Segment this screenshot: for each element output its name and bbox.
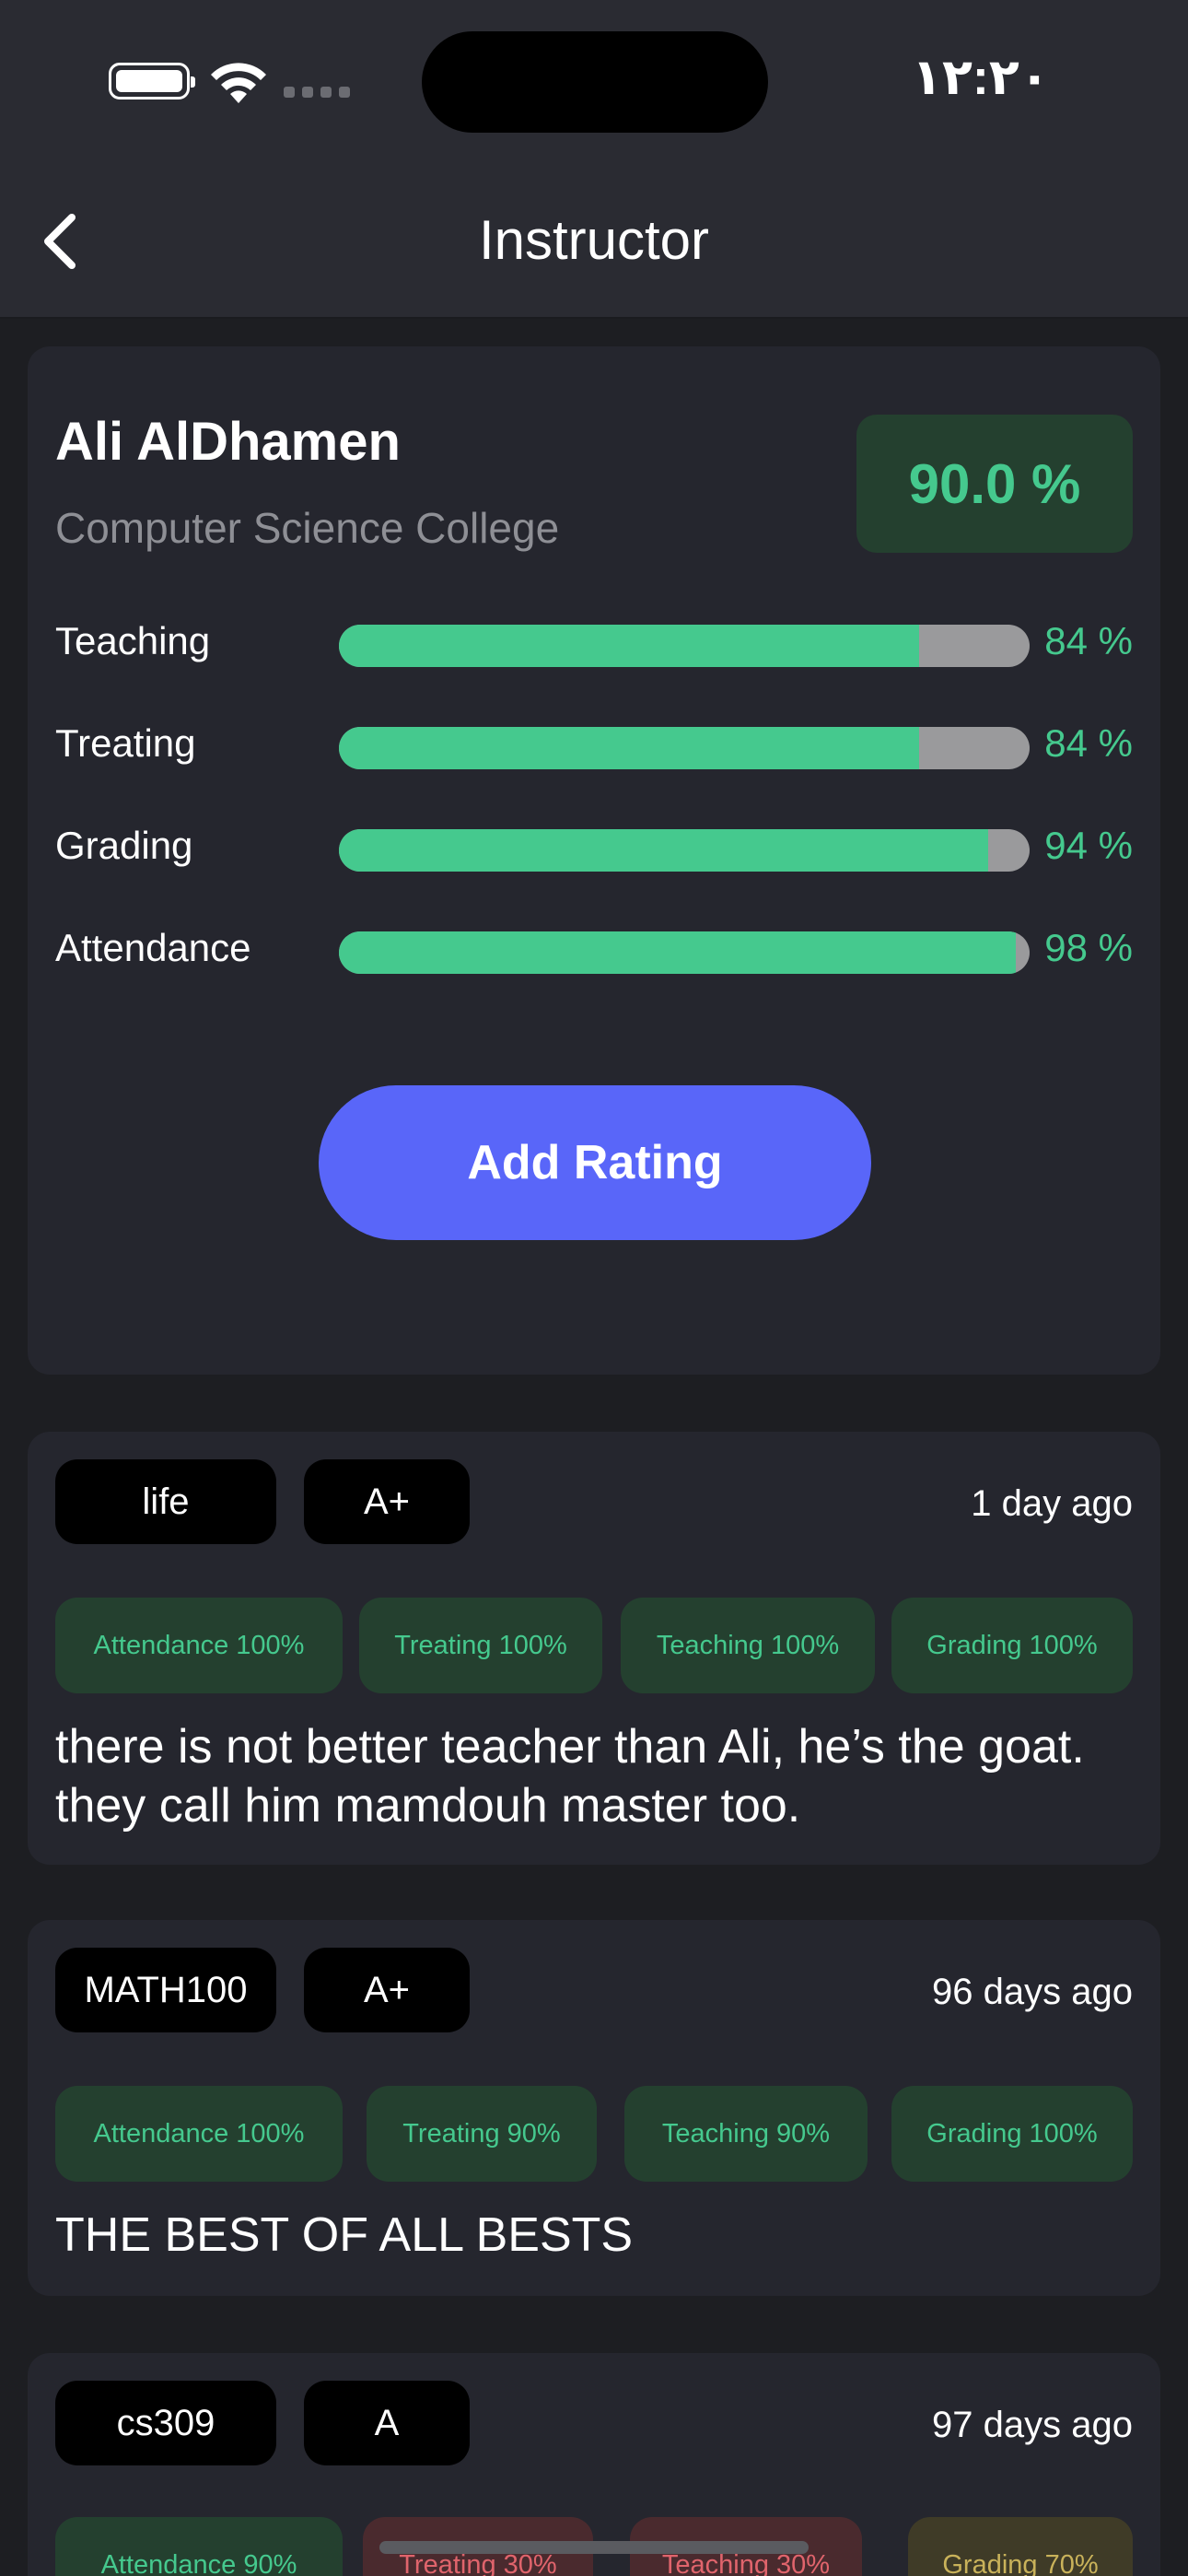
- instructor-name: Ali AlDhamen: [55, 412, 401, 472]
- overall-rating-badge: 90.0 %: [856, 415, 1133, 553]
- rating-tag-grading: Grading 100%: [891, 1598, 1133, 1693]
- metric-bar: [339, 727, 1030, 769]
- review-time: 97 days ago: [932, 2405, 1133, 2445]
- metric-value: 84 %: [1044, 721, 1133, 765]
- metric-label: Teaching: [55, 619, 211, 662]
- course-chip: MATH100: [55, 1948, 276, 2032]
- course-chip: life: [55, 1459, 276, 1544]
- review-time: 96 days ago: [932, 1972, 1133, 2012]
- metric-bar: [339, 829, 1030, 872]
- status-bar: ١٢:٢٠: [0, 0, 1188, 157]
- course-chip: cs309: [55, 2381, 276, 2465]
- battery-icon: [109, 63, 195, 100]
- metric-attendance: Attendance 98 %: [55, 920, 1133, 976]
- page-title: Instructor: [478, 209, 710, 271]
- rating-tag-grading: Grading 70%: [908, 2517, 1133, 2576]
- rating-tag-attendance: Attendance 100%: [55, 1598, 343, 1693]
- review-card: life A+ 1 day ago Attendance 100% Treati…: [28, 1432, 1160, 1865]
- metric-bar-fill: [339, 931, 1016, 974]
- metric-treating: Treating 84 %: [55, 716, 1133, 771]
- add-rating-button[interactable]: Add Rating: [319, 1085, 871, 1240]
- metric-bar-fill: [339, 727, 919, 769]
- metric-value: 94 %: [1044, 824, 1133, 867]
- metric-value: 84 %: [1044, 619, 1133, 662]
- metric-label: Treating: [55, 721, 196, 765]
- rating-tag-attendance: Attendance 100%: [55, 2086, 343, 2182]
- rating-tag-treating: Treating 90%: [367, 2086, 597, 2182]
- rating-tag-teaching: Teaching 100%: [621, 1598, 875, 1693]
- rating-tag-treating: Treating 100%: [359, 1598, 602, 1693]
- rating-tag-grading: Grading 100%: [891, 2086, 1133, 2182]
- review-text: there is not better teacher than Ali, he…: [55, 1720, 1085, 1832]
- rating-tag-attendance: Attendance 90%: [55, 2517, 343, 2576]
- review-text: THE BEST OF ALL BESTS: [55, 2208, 634, 2262]
- signal-dots-icon: [284, 87, 350, 98]
- dynamic-island: [422, 31, 768, 133]
- rating-tag-teaching: Teaching 90%: [624, 2086, 868, 2182]
- grade-chip: A: [304, 2381, 470, 2465]
- instructor-profile-card: Ali AlDhamen Computer Science College 90…: [28, 346, 1160, 1375]
- home-indicator: [379, 2541, 809, 2554]
- wifi-icon: [211, 63, 266, 103]
- metric-value: 98 %: [1044, 926, 1133, 969]
- metric-grading: Grading 94 %: [55, 818, 1133, 873]
- college-name: Computer Science College: [55, 504, 560, 552]
- grade-chip: A+: [304, 1459, 470, 1544]
- review-time: 1 day ago: [971, 1483, 1133, 1524]
- metric-bar-fill: [339, 829, 988, 872]
- metric-label: Attendance: [55, 926, 251, 969]
- status-time: ١٢:٢٠: [912, 50, 1050, 105]
- review-card: MATH100 A+ 96 days ago Attendance 100% T…: [28, 1920, 1160, 2296]
- metric-bar-fill: [339, 625, 919, 667]
- metric-bar: [339, 931, 1030, 974]
- grade-chip: A+: [304, 1948, 470, 2032]
- navigation-bar: Instructor: [0, 157, 1188, 319]
- instructor-screen: ١٢:٢٠ Instructor Ali AlDhamen Computer S…: [0, 0, 1188, 2576]
- metric-teaching: Teaching 84 %: [55, 614, 1133, 669]
- metric-label: Grading: [55, 824, 193, 867]
- metric-bar: [339, 625, 1030, 667]
